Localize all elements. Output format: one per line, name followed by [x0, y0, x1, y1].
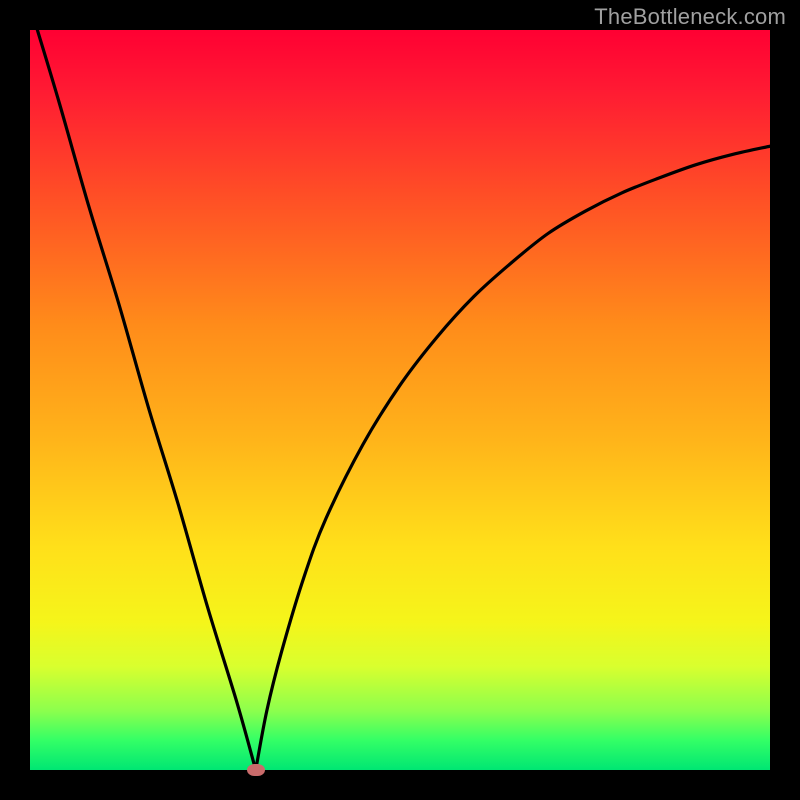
minimum-marker	[247, 764, 265, 776]
curve-right-branch	[256, 146, 770, 770]
watermark-text: TheBottleneck.com	[594, 4, 786, 30]
chart-frame: TheBottleneck.com	[0, 0, 800, 800]
chart-curve-svg	[30, 30, 770, 770]
curve-left-branch	[37, 30, 255, 770]
